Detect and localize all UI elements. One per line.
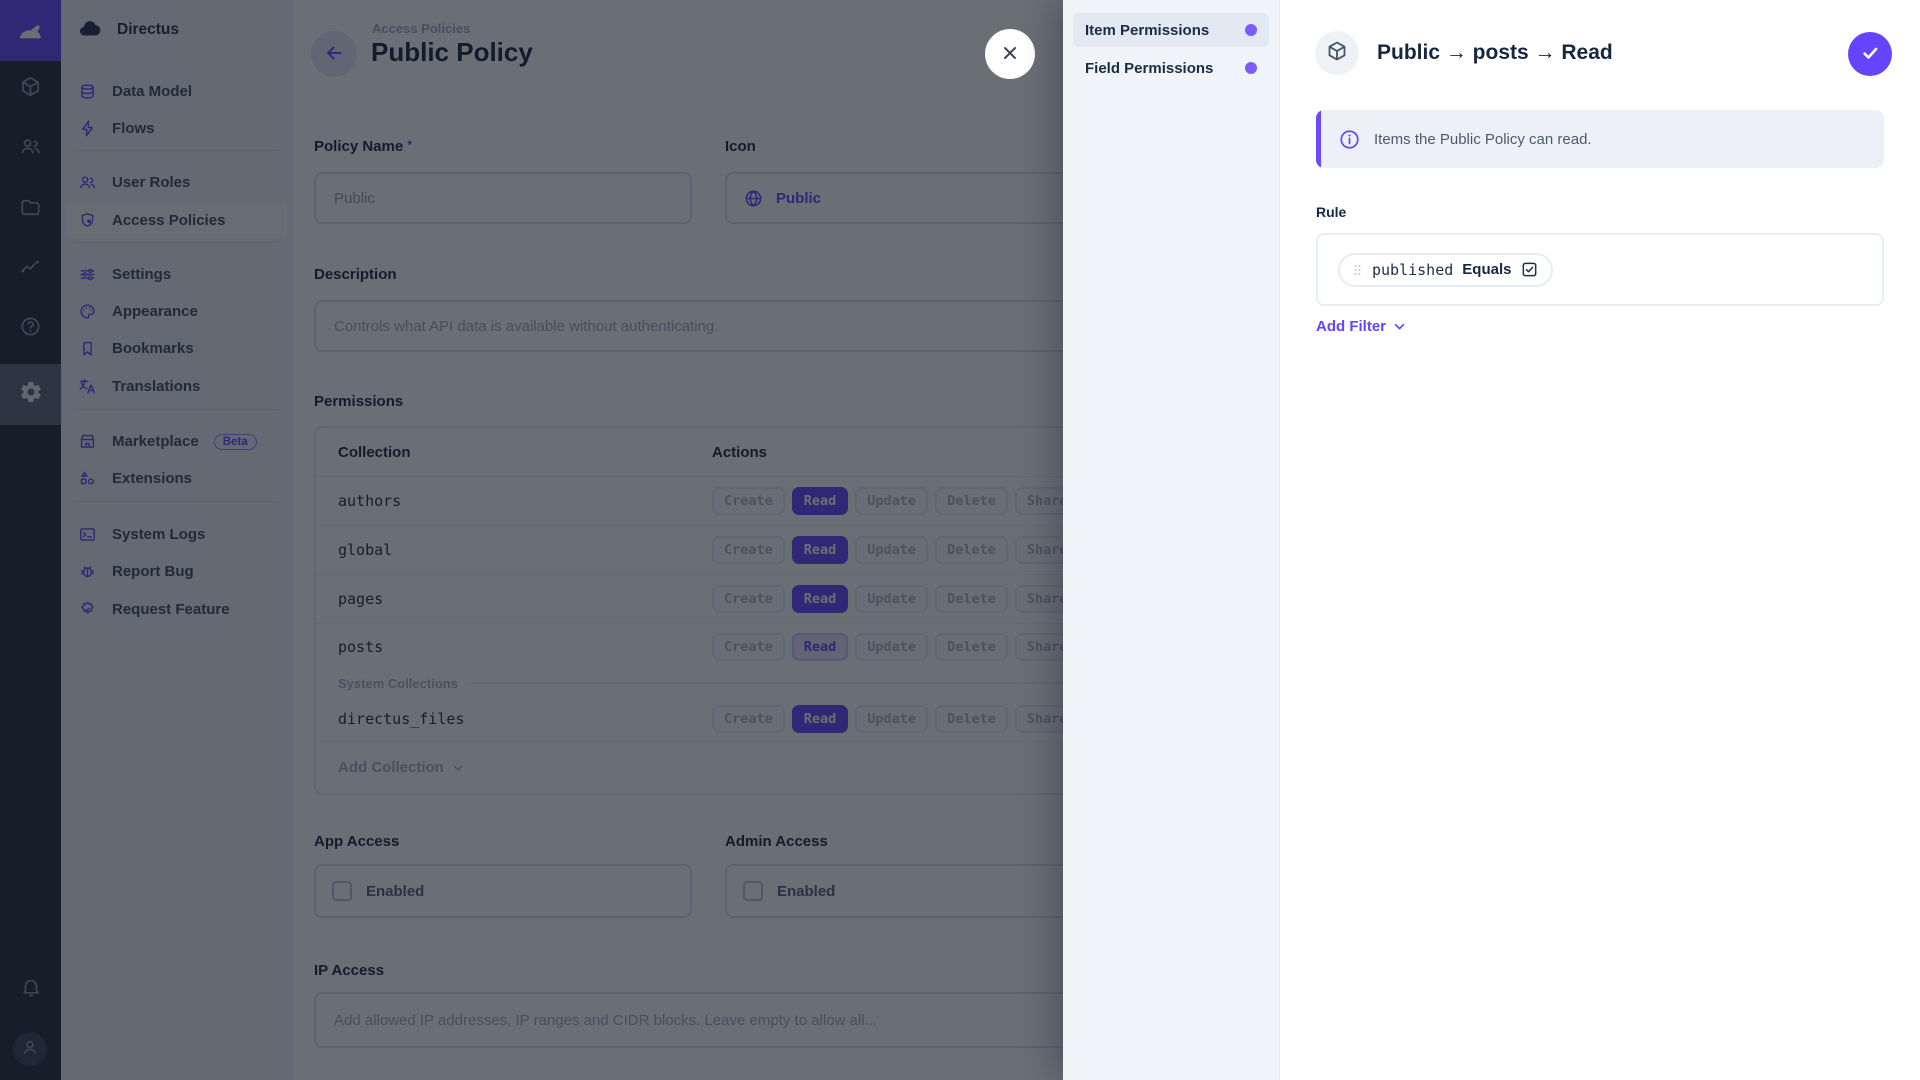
rule-box: published Equals [1316,233,1884,306]
filter-field[interactable]: published [1372,261,1453,279]
rule-label: Rule [1316,204,1347,220]
tab-item-permissions[interactable]: Item Permissions [1073,13,1269,47]
permissions-drawer: Item Permissions Field Permissions Publi… [1063,0,1920,1080]
drawer-main: Public → posts → Read Items the Public P… [1280,0,1920,1080]
close-icon [998,41,1022,68]
drawer-title: Public → posts → Read [1377,41,1613,64]
filter-pill[interactable]: published Equals [1338,252,1554,287]
tab-label: Item Permissions [1085,21,1210,39]
check-icon [1858,41,1882,68]
drawer-tabs: Item Permissions Field Permissions [1063,0,1280,1080]
tab-field-permissions[interactable]: Field Permissions [1073,51,1269,85]
cube-icon [1325,39,1349,68]
info-icon [1338,128,1361,151]
tab-label: Field Permissions [1085,59,1214,77]
info-banner: Items the Public Policy can read. [1316,110,1884,168]
chevron-down-icon [1391,318,1408,335]
cube-icon-badge [1315,31,1359,75]
status-dot [1245,24,1257,36]
checkbox-checked-icon[interactable] [1520,260,1539,279]
directus-screen: Directus Data Model Flows User Roles Acc… [0,0,1920,1080]
filter-operator[interactable]: Equals [1462,261,1511,278]
banner-accent-bar [1316,110,1321,168]
add-filter-button[interactable]: Add Filter [1316,318,1408,335]
drag-handle-icon[interactable] [1352,261,1363,279]
close-drawer-button[interactable] [985,29,1035,79]
save-button[interactable] [1848,32,1892,76]
status-dot [1245,62,1257,74]
banner-text: Items the Public Policy can read. [1374,130,1592,148]
add-filter-label: Add Filter [1316,318,1386,335]
